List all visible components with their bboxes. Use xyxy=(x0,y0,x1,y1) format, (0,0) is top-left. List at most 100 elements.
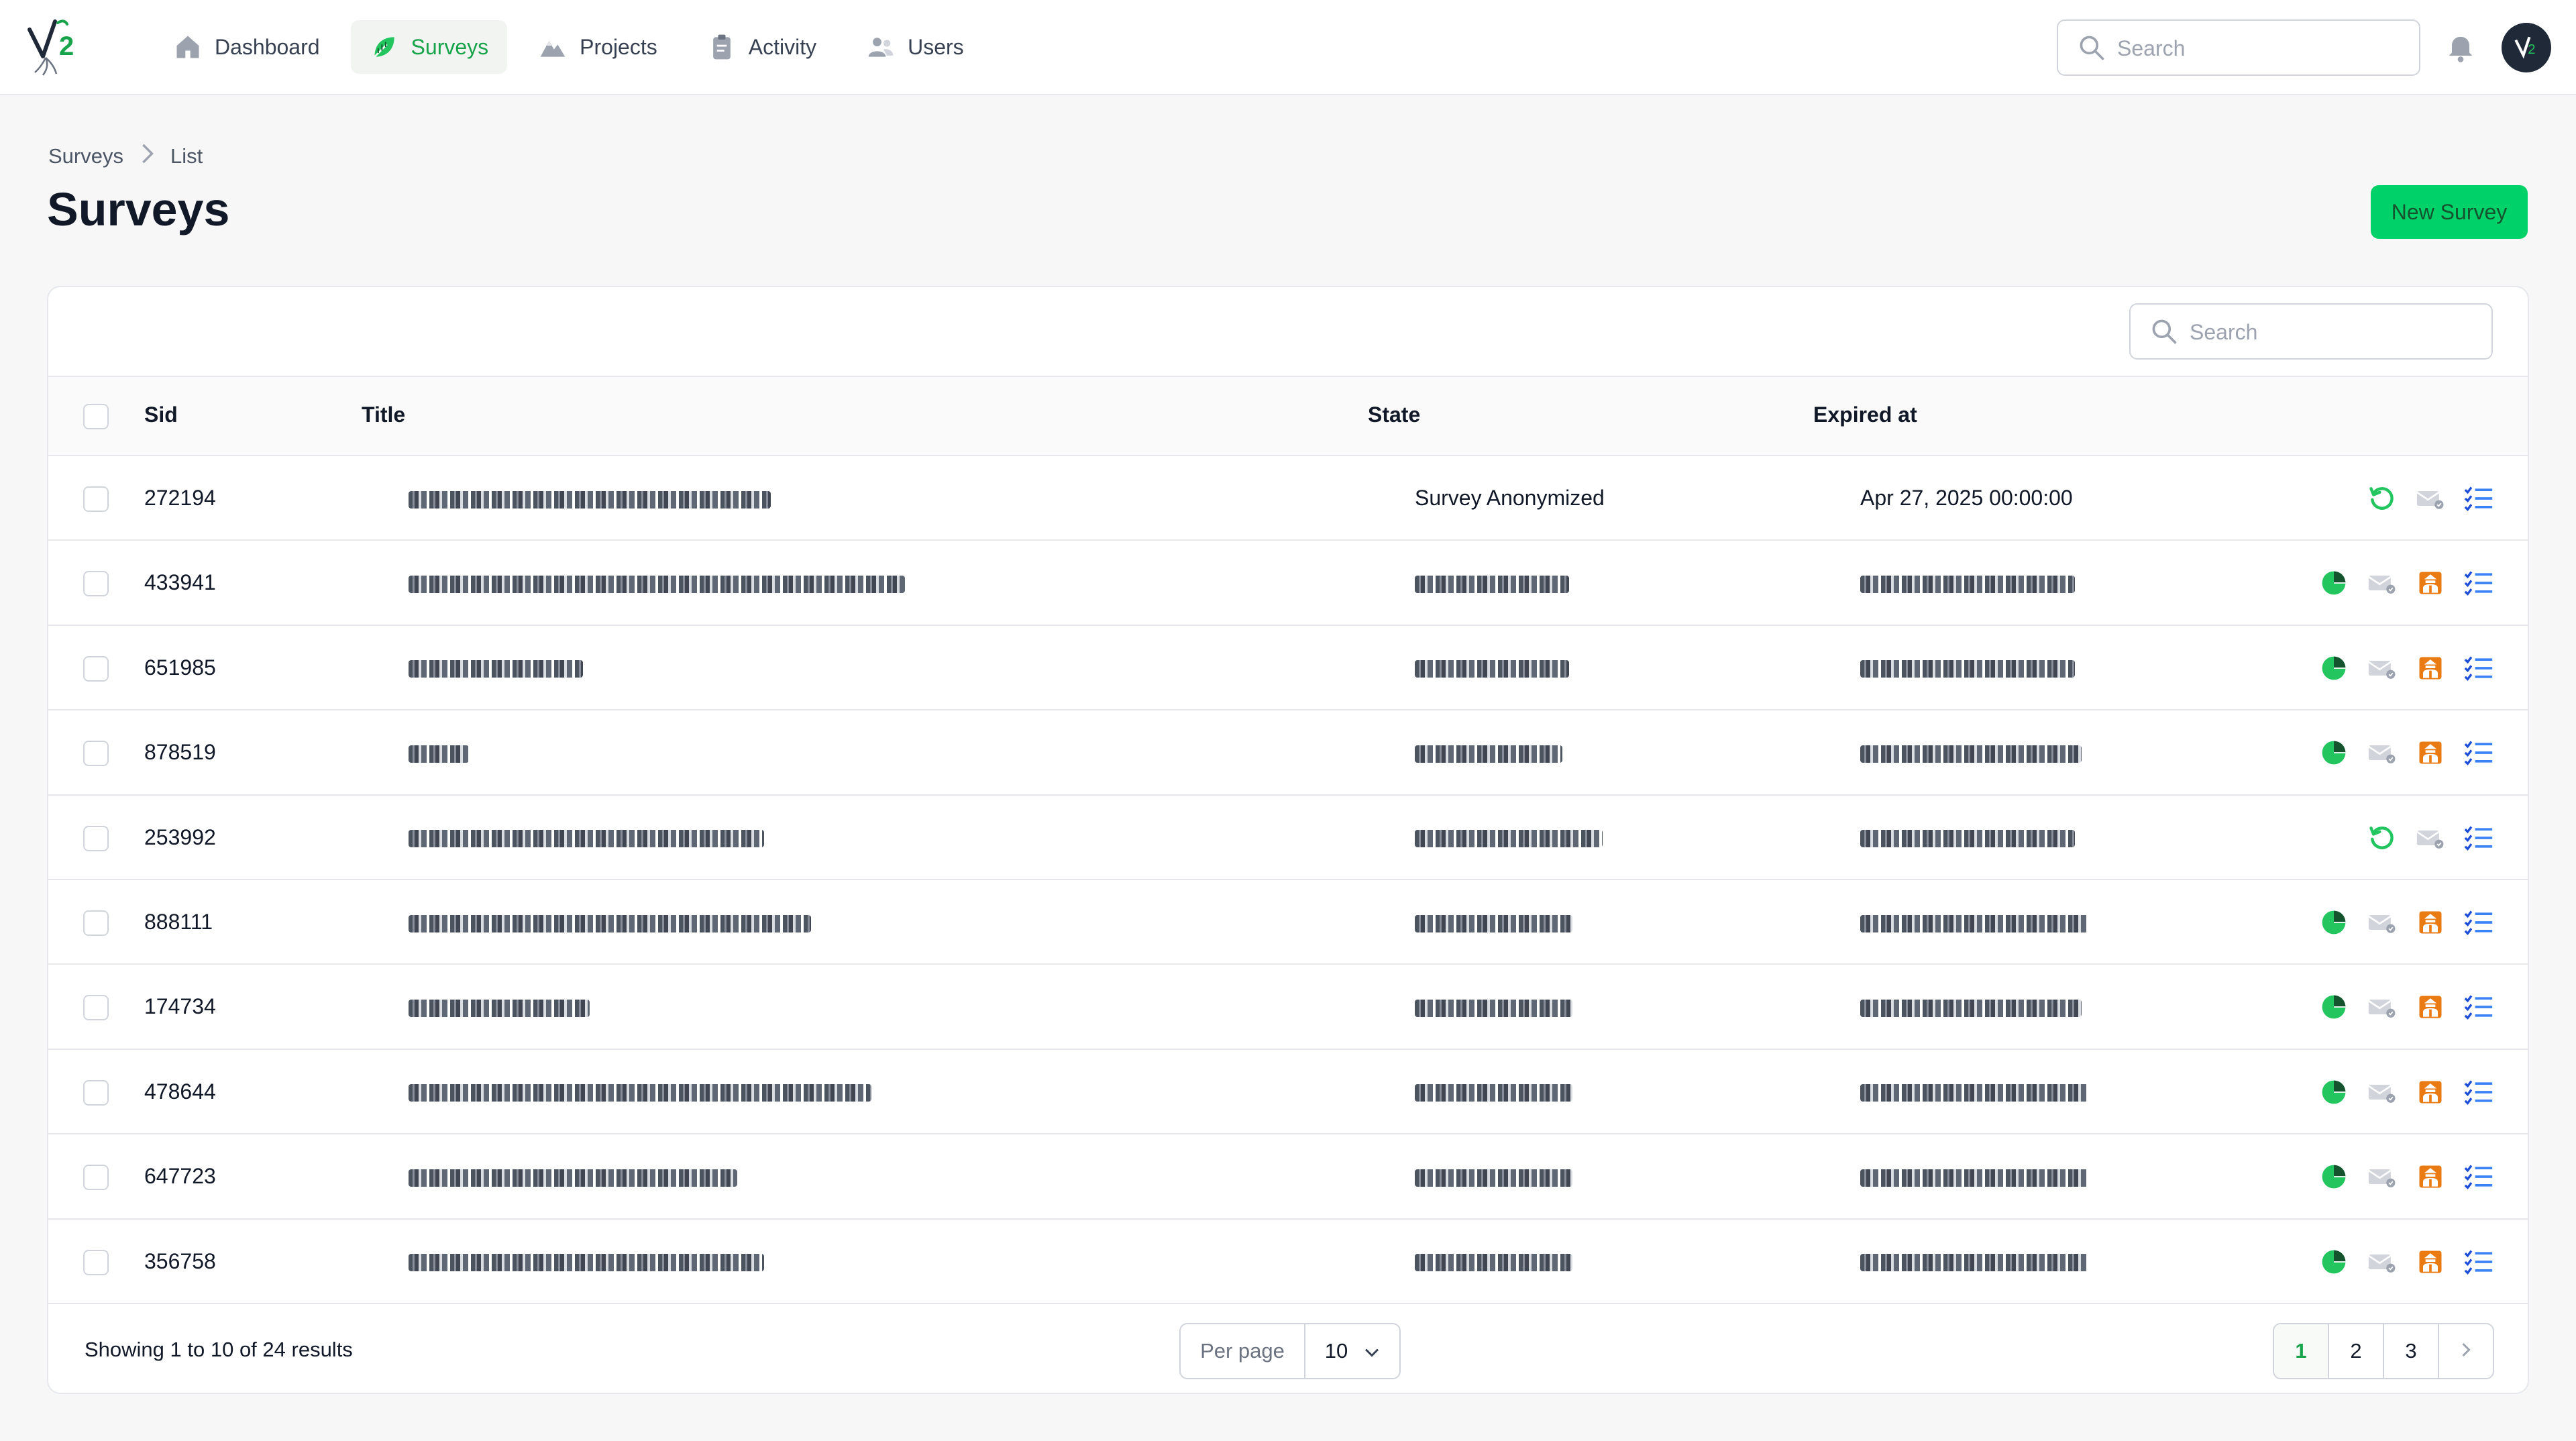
pie-chart-icon[interactable] xyxy=(2317,906,2351,939)
mail-icon[interactable] xyxy=(2414,821,2447,855)
redacted-text xyxy=(1415,1254,1572,1272)
row-checkbox[interactable] xyxy=(83,741,109,767)
row-checkbox[interactable] xyxy=(83,1165,109,1191)
row-checkbox[interactable] xyxy=(83,825,109,851)
pie-chart-icon[interactable] xyxy=(2317,736,2351,769)
cell-sid: 478644 xyxy=(144,1079,216,1104)
table-row[interactable]: 651985 xyxy=(48,625,2528,711)
cell-sid: 253992 xyxy=(144,824,216,849)
next-page-button[interactable] xyxy=(2439,1324,2493,1378)
cell-expired-at xyxy=(1860,1164,2088,1189)
cell-sid: 356758 xyxy=(144,1248,216,1273)
nav-item-projects[interactable]: Projects xyxy=(519,20,676,74)
restore-icon[interactable] xyxy=(2365,821,2399,855)
restore-icon[interactable] xyxy=(2365,482,2399,515)
per-page-value[interactable]: 10 xyxy=(1305,1324,1399,1378)
row-checkbox[interactable] xyxy=(83,1079,109,1106)
mail-icon[interactable] xyxy=(2365,736,2399,769)
table-row[interactable]: 356758 xyxy=(48,1219,2528,1304)
new-survey-button[interactable]: New Survey xyxy=(2371,185,2528,239)
checklist-icon[interactable] xyxy=(2462,906,2496,939)
table-row[interactable]: 888111 xyxy=(48,879,2528,965)
mail-icon[interactable] xyxy=(2365,1075,2399,1109)
per-page-select[interactable]: Per page 10 xyxy=(1179,1323,1401,1379)
table-row[interactable]: 478644 xyxy=(48,1049,2528,1135)
nav-item-surveys[interactable]: Surveys xyxy=(350,20,508,74)
bell-icon[interactable] xyxy=(2443,30,2478,64)
spy-icon[interactable] xyxy=(2414,906,2447,939)
mail-icon[interactable] xyxy=(2365,906,2399,939)
app-logo[interactable]: 2 xyxy=(23,16,90,78)
column-header-sid[interactable]: Sid xyxy=(144,403,178,427)
spy-icon[interactable] xyxy=(2414,1075,2447,1109)
top-navbar: 2 Dashboard Surveys Projects Activity Us… xyxy=(0,0,2576,95)
row-actions xyxy=(2317,566,2496,600)
table-row[interactable]: 878519 xyxy=(48,710,2528,796)
checklist-icon[interactable] xyxy=(2462,1245,2496,1279)
row-actions xyxy=(2365,482,2496,515)
cell-expired-at xyxy=(1860,994,2082,1019)
redacted-text xyxy=(1860,830,2075,848)
global-search-input[interactable] xyxy=(2117,32,2406,65)
pie-chart-icon[interactable] xyxy=(2317,1160,2351,1193)
pie-chart-icon[interactable] xyxy=(2317,1075,2351,1109)
mail-icon[interactable] xyxy=(2414,482,2447,515)
spy-icon[interactable] xyxy=(2414,990,2447,1024)
per-page-value-text: 10 xyxy=(1324,1339,1348,1363)
spy-icon[interactable] xyxy=(2414,1160,2447,1193)
checklist-icon[interactable] xyxy=(2462,1160,2496,1193)
table-row[interactable]: 647723 xyxy=(48,1134,2528,1220)
redacted-text xyxy=(409,1169,737,1187)
table-row[interactable]: 272194 Survey Anonymized Apr 27, 2025 00:0… xyxy=(48,456,2528,541)
avatar[interactable]: 2 xyxy=(2502,23,2551,72)
nav-item-users[interactable]: Users xyxy=(847,20,983,74)
row-checkbox[interactable] xyxy=(83,655,109,682)
column-header-title[interactable]: Title xyxy=(362,403,405,427)
mail-icon[interactable] xyxy=(2365,1160,2399,1193)
checklist-icon[interactable] xyxy=(2462,1075,2496,1109)
table-row[interactable]: 253992 xyxy=(48,795,2528,880)
pie-chart-icon[interactable] xyxy=(2317,990,2351,1024)
column-header-expired-at[interactable]: Expired at xyxy=(1813,403,1917,427)
cell-state xyxy=(1415,910,1572,935)
cell-state: Survey Anonymized xyxy=(1415,486,1605,510)
page-button-2[interactable]: 2 xyxy=(2329,1324,2384,1378)
spy-icon[interactable] xyxy=(2414,566,2447,600)
cell-title xyxy=(409,994,590,1019)
cell-expired-at xyxy=(1860,570,2075,595)
row-checkbox[interactable] xyxy=(83,571,109,597)
mail-icon[interactable] xyxy=(2365,1245,2399,1279)
checklist-icon[interactable] xyxy=(2462,482,2496,515)
nav-item-dashboard[interactable]: Dashboard xyxy=(154,20,339,74)
row-checkbox[interactable] xyxy=(83,1249,109,1275)
row-checkbox[interactable] xyxy=(83,486,109,512)
page-button-3[interactable]: 3 xyxy=(2384,1324,2439,1378)
pie-chart-icon[interactable] xyxy=(2317,566,2351,600)
page-button-1[interactable]: 1 xyxy=(2274,1324,2329,1378)
mail-icon[interactable] xyxy=(2365,566,2399,600)
table-row[interactable]: 433941 xyxy=(48,541,2528,626)
pie-chart-icon[interactable] xyxy=(2317,651,2351,685)
checklist-icon[interactable] xyxy=(2462,821,2496,855)
pie-chart-icon[interactable] xyxy=(2317,1245,2351,1279)
spy-icon[interactable] xyxy=(2414,651,2447,685)
checklist-icon[interactable] xyxy=(2462,736,2496,769)
redacted-text xyxy=(409,660,583,678)
mail-icon[interactable] xyxy=(2365,651,2399,685)
checklist-icon[interactable] xyxy=(2462,566,2496,600)
row-actions xyxy=(2317,1160,2496,1193)
nav-item-activity[interactable]: Activity xyxy=(688,20,835,74)
select-all-checkbox[interactable] xyxy=(83,404,109,429)
mail-icon[interactable] xyxy=(2365,990,2399,1024)
breadcrumb-link-surveys[interactable]: Surveys xyxy=(48,144,123,168)
column-header-state[interactable]: State xyxy=(1368,403,1420,427)
table-row[interactable]: 174734 xyxy=(48,965,2528,1050)
table-body: 272194 Survey Anonymized Apr 27, 2025 00:0… xyxy=(48,456,2528,1304)
row-checkbox[interactable] xyxy=(83,910,109,936)
checklist-icon[interactable] xyxy=(2462,990,2496,1024)
spy-icon[interactable] xyxy=(2414,1245,2447,1279)
spy-icon[interactable] xyxy=(2414,736,2447,769)
table-search-input[interactable] xyxy=(2190,315,2478,349)
checklist-icon[interactable] xyxy=(2462,651,2496,685)
row-checkbox[interactable] xyxy=(83,995,109,1021)
